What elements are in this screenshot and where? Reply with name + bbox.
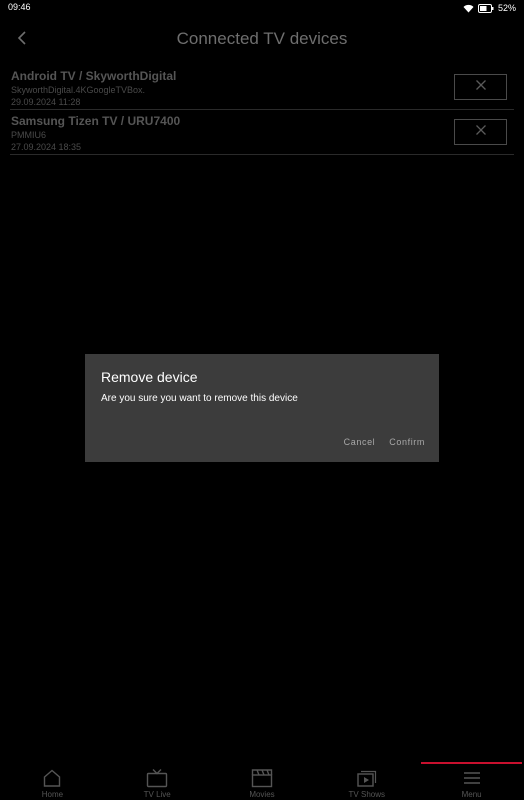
clapperboard-icon	[251, 767, 273, 789]
menu-icon	[462, 767, 482, 789]
nav-label: TV Live	[143, 790, 171, 799]
cancel-button[interactable]: Cancel	[344, 437, 376, 447]
dialog-actions: Cancel Confirm	[344, 437, 425, 447]
dialog-message: Are you sure you want to remove this dev…	[101, 393, 298, 404]
nav-label: Movies	[249, 790, 275, 799]
tv-icon	[146, 767, 168, 789]
nav-item-tv-live[interactable]: TV Live	[105, 762, 210, 800]
nav-item-tv-shows[interactable]: TV Shows	[314, 762, 419, 800]
nav-item-menu[interactable]: Menu	[419, 762, 524, 800]
bottom-nav: Home TV Live Movies TV Shows Menu	[0, 762, 524, 800]
modal-overlay: Remove device Are you sure you want to r…	[0, 0, 524, 800]
tv-shows-icon	[356, 767, 378, 789]
dialog-title: Remove device	[101, 369, 198, 385]
confirm-button[interactable]: Confirm	[389, 437, 425, 447]
nav-label: Menu	[461, 790, 482, 799]
remove-device-dialog: Remove device Are you sure you want to r…	[85, 354, 439, 462]
home-icon	[42, 767, 62, 789]
nav-label: Home	[41, 790, 64, 799]
nav-item-home[interactable]: Home	[0, 762, 105, 800]
nav-item-movies[interactable]: Movies	[210, 762, 315, 800]
active-indicator	[421, 762, 522, 764]
nav-label: TV Shows	[348, 790, 386, 799]
